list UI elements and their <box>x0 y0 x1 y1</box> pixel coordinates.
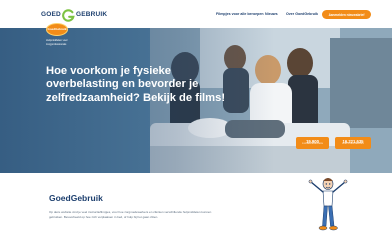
newsletter-button-label: Aanmelden nieuwsbrief <box>328 12 365 17</box>
logo-text-left: GOED <box>41 10 61 18</box>
logo-g-icon <box>62 8 75 22</box>
stat-box-employees: 19.900 ZORGMEDEWERKERS <box>296 137 329 149</box>
badge-subtitle: Hulpmiddelen voor zorgprofessionals <box>46 39 68 46</box>
nav-item-filmpjes[interactable]: Filmpjes voor alle beroepen <box>216 12 264 16</box>
stat-label: KEER FILMS BEKEKEN <box>342 143 364 146</box>
goedgebruik-logo[interactable]: GOED GEBRUIK <box>41 8 107 22</box>
page: GOED GEBRUIK Filmpjes voor alle beroepen… <box>0 0 392 241</box>
badge-subtitle-line-1: Hulpmiddelen voor <box>46 39 68 42</box>
stat-box-views: 16.221.635 KEER FILMS BEKEKEN <box>335 137 371 149</box>
goedgebruik-badge: GoedGebruik <box>46 23 68 36</box>
newsletter-button[interactable]: Aanmelden nieuwsbrief <box>322 10 371 19</box>
logo-text-right: GEBRUIK <box>75 10 108 18</box>
stat-label: ZORGMEDEWERKERS <box>302 143 323 146</box>
hero-title: Hoe voorkom je fysieke overbelasting en … <box>46 65 226 104</box>
mascot-illustration <box>308 178 348 231</box>
badge-label: GoedGebruik <box>47 27 67 31</box>
nav-item-nieuws[interactable]: Nieuws <box>265 12 278 16</box>
section-intro-text: Op deze website vind je veel instructief… <box>49 210 212 219</box>
section-title: GoedGebruik <box>49 193 103 203</box>
badge-subtitle-line-2: zorgprofessionals <box>46 42 67 46</box>
nav-item-over[interactable]: Over GoedGebruik <box>286 12 318 16</box>
